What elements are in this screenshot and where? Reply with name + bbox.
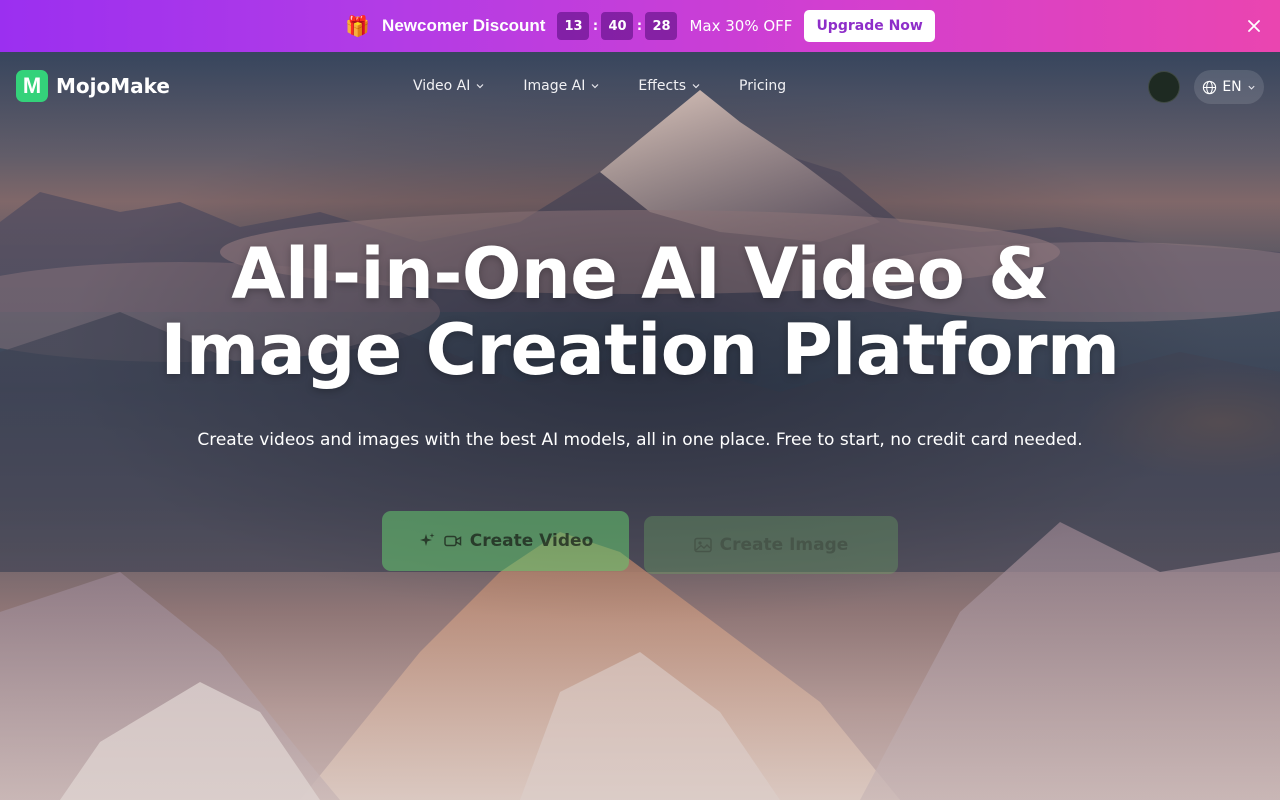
main-menu: Video AI Image AI Effects Pricing (413, 74, 824, 98)
menu-item-pricing[interactable]: Pricing (739, 78, 786, 94)
hero-subtitle: Create videos and images with the best A… (197, 430, 1083, 450)
promo-banner: 🎁 Newcomer Discount 13 : 40 : 28 Max 30%… (0, 0, 1280, 52)
hero-headline: All-in-One AI Video & Image Creation Pla… (0, 236, 1280, 388)
menu-item-label: Image AI (523, 78, 586, 94)
brand-name: MojoMake (56, 74, 170, 98)
menu-item-label: Video AI (413, 78, 471, 94)
logo-mark: M (16, 70, 48, 102)
chevron-down-icon (1248, 85, 1255, 90)
top-navbar: M MojoMake Video AI Image AI Effects Pri… (0, 52, 1280, 120)
menu-item-label: Pricing (739, 78, 787, 94)
upgrade-now-button[interactable]: Upgrade Now (804, 10, 935, 42)
menu-item-label: Effects (638, 78, 686, 94)
language-selector[interactable]: EN (1194, 70, 1264, 104)
menu-item-image-ai[interactable]: Image AI (523, 78, 600, 94)
globe-icon (1203, 80, 1217, 94)
headline-line-2: Image Creation Platform (160, 309, 1120, 391)
close-icon[interactable] (1244, 16, 1264, 36)
promo-title: Newcomer Discount (382, 16, 546, 35)
promo-content: 🎁 Newcomer Discount 13 : 40 : 28 Max 30%… (345, 10, 935, 42)
brand-logo[interactable]: M MojoMake (16, 70, 170, 102)
gift-icon: 🎁 (345, 14, 371, 38)
create-video-button[interactable]: Create Video (382, 511, 629, 571)
menu-item-video-ai[interactable]: Video AI (413, 78, 485, 94)
create-image-button[interactable]: Create Image (644, 516, 898, 574)
countdown-seconds: 28 (645, 12, 678, 40)
chevron-down-icon (476, 84, 484, 89)
countdown-separator: : (636, 18, 643, 34)
sparkle-icon (419, 533, 435, 546)
chevron-down-icon (591, 84, 599, 89)
language-label: EN (1222, 79, 1242, 95)
hero-overlay (0, 52, 1280, 800)
countdown-separator: : (592, 18, 599, 34)
menu-item-effects[interactable]: Effects (638, 78, 701, 94)
create-image-label: Create Image (719, 535, 849, 555)
promo-offer: Max 30% OFF (689, 17, 793, 35)
avatar[interactable] (1148, 71, 1180, 103)
hero-background (0, 52, 1280, 800)
countdown-hours: 13 (557, 12, 590, 40)
chevron-down-icon (692, 84, 700, 89)
headline-line-1: All-in-One AI Video & (231, 233, 1049, 315)
countdown-minutes: 40 (601, 12, 634, 40)
video-camera-icon (444, 535, 461, 547)
create-video-label: Create Video (469, 531, 594, 551)
image-icon (693, 537, 712, 553)
